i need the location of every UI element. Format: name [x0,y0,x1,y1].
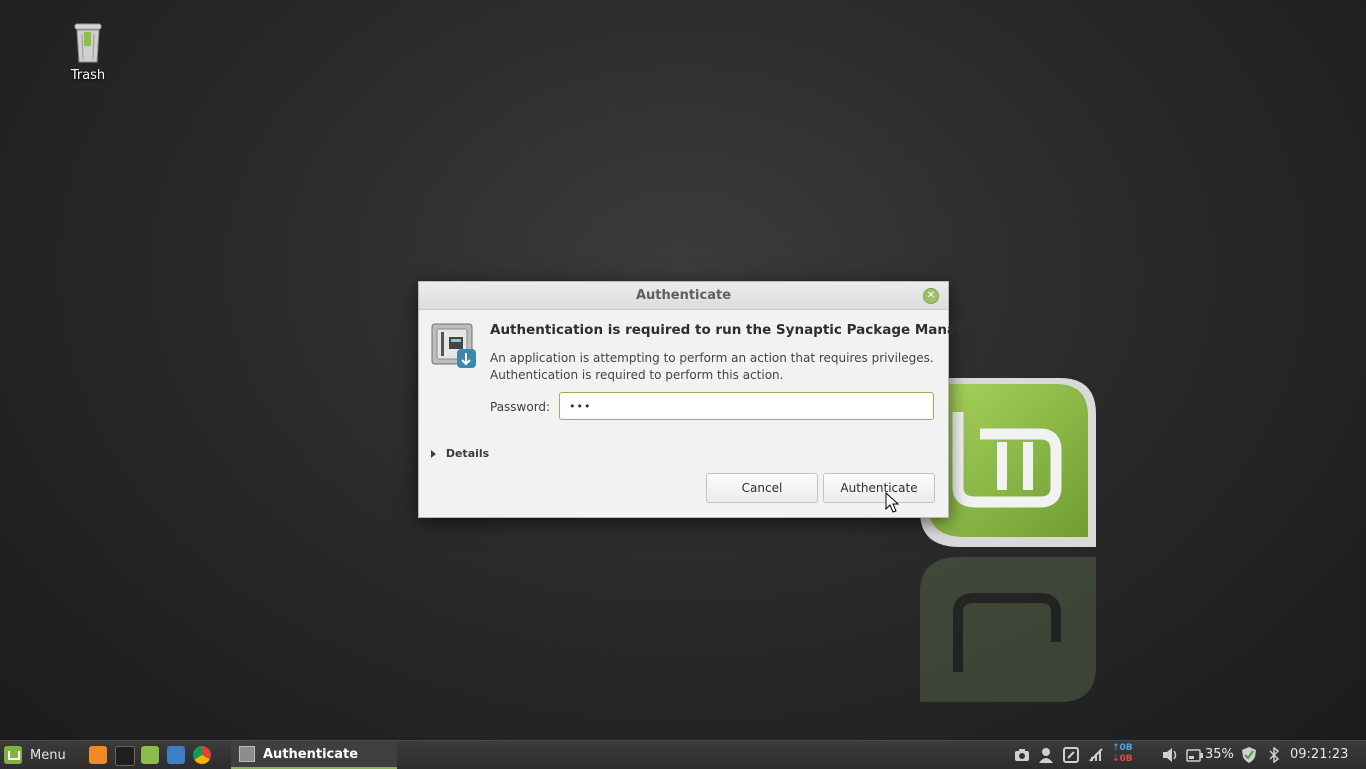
window-app-icon [239,746,255,762]
camera-tray-icon[interactable] [1014,741,1030,769]
dialog-heading: Authentication is required to run the Sy… [490,322,982,338]
battery-percentage: 35% [1205,747,1234,762]
trash-icon [73,22,103,64]
mint-menu-icon [4,746,22,764]
window-button-authenticate[interactable]: Authenticate [231,741,397,769]
password-input[interactable] [559,392,934,420]
firefox-icon[interactable] [89,746,107,764]
description-line-2: Authentication is required to perform th… [490,368,784,382]
volume-tray-icon[interactable] [1162,741,1180,769]
menu-button[interactable]: Menu [4,745,66,765]
trash-label: Trash [70,68,106,83]
dialog-titlebar[interactable]: Authenticate ✕ [419,282,948,310]
cancel-button[interactable]: Cancel [706,473,818,503]
dialog-description: An application is attempting to perform … [490,350,934,384]
dialog-title: Authenticate [635,288,732,303]
mouse-cursor-icon [885,491,900,518]
screenshot-icon[interactable] [167,746,185,764]
net-up-value: 0B [1119,743,1133,753]
files-icon[interactable] [141,746,159,764]
net-up-arrow-icon: ⇡ [1112,743,1120,753]
details-expander[interactable]: Details [431,447,489,460]
bluetooth-tray-icon[interactable] [1268,741,1280,769]
clock[interactable]: 09:21:23 [1290,747,1348,762]
taskbar: Menu Authenticate ⇡0B ⇣0B 35% 09:21:23 [0,740,1366,769]
details-label: Details [445,447,490,460]
password-label: Password: [490,400,551,414]
close-icon: ✕ [926,290,936,301]
battery-tray-icon[interactable] [1186,741,1204,769]
authenticate-dialog: Authenticate ✕ Authentication is require… [418,281,982,518]
user-tray-icon[interactable] [1038,741,1054,769]
network-speed-monitor: ⇡0B ⇣0B [1112,743,1133,765]
expander-arrow-icon [431,450,436,458]
net-down-value: 0B [1119,754,1133,764]
net-down-arrow-icon: ⇣ [1112,754,1120,764]
window-button-label: Authenticate [263,746,359,762]
close-button[interactable]: ✕ [923,288,939,304]
lock-safe-icon [431,323,477,369]
authenticate-button[interactable]: Authenticate [823,473,935,503]
menu-label: Menu [30,747,66,763]
description-line-1: An application is attempting to perform … [490,351,934,365]
terminal-icon[interactable] [115,746,135,766]
update-manager-tray-icon[interactable] [1063,741,1079,769]
shield-tray-icon[interactable] [1241,741,1257,769]
network-tray-icon[interactable] [1088,741,1106,769]
chrome-icon[interactable] [193,746,211,764]
desktop-icon-trash[interactable]: Trash [62,22,114,83]
